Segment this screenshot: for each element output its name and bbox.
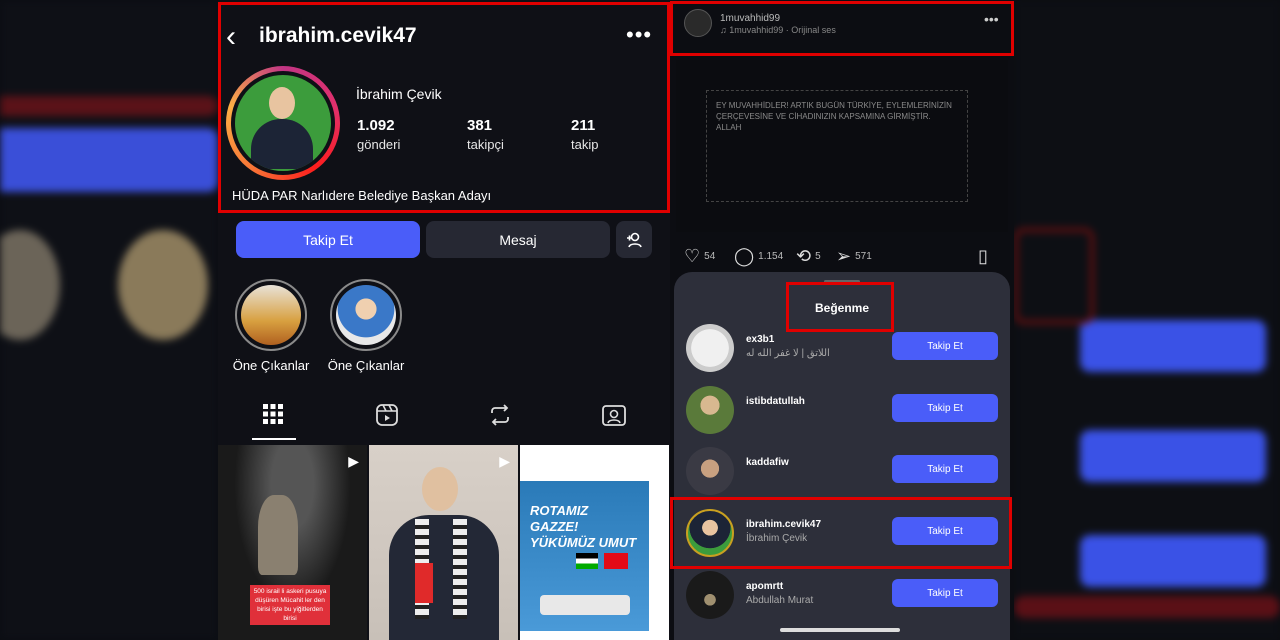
follow-button[interactable]: Takip Et: [236, 221, 420, 258]
bookmark-icon[interactable]: ▯: [978, 246, 988, 267]
share-action[interactable]: ➢ 571: [836, 246, 872, 267]
shares-count: 571: [855, 251, 872, 262]
like-action[interactable]: ♡ 54: [684, 246, 715, 267]
highlight-frame-profile: [218, 2, 670, 213]
highlight-label: Öne Çıkanlar: [232, 358, 310, 373]
repost-icon[interactable]: [488, 403, 512, 433]
liker-row[interactable]: ex3b1 اللاتق | لا غفر الله له Takip Et: [674, 320, 1010, 376]
grid-post-caption: 500 israil li askeri pusuya düşüren Müca…: [250, 585, 330, 625]
grid-post[interactable]: ROTAMIZ GAZZE! YÜKÜMÜZ UMUT: [520, 445, 669, 640]
liker-row[interactable]: istibdatullah Takip Et: [674, 382, 1010, 438]
liker-row[interactable]: kaddafiw Takip Et: [674, 443, 1010, 499]
follow-button[interactable]: Takip Et: [892, 394, 998, 422]
liker-username: istibdatullah: [746, 396, 805, 407]
reel-icon: ▶: [348, 453, 359, 469]
liker-subtitle: اللاتق | لا غفر الله له: [746, 348, 830, 359]
follow-button[interactable]: Takip Et: [892, 455, 998, 483]
send-icon: ➢: [836, 246, 852, 266]
avatar[interactable]: [686, 447, 734, 495]
avatar[interactable]: [686, 571, 734, 619]
liker-username: apomrtt: [746, 581, 784, 592]
home-indicator: [780, 628, 900, 632]
reel-icon: ▶: [499, 453, 510, 469]
reposts-count: 5: [815, 251, 821, 262]
posts-grid: ▶ 500 israil li askeri pusuya düşüren Mü…: [218, 445, 670, 640]
comment-icon: ◯: [734, 246, 755, 266]
message-button[interactable]: Mesaj: [426, 221, 610, 258]
liker-row[interactable]: apomrtt Abdullah Murat Takip Et: [674, 567, 1010, 623]
blurred-background-right: [1014, 0, 1280, 640]
grid-post-caption: ROTAMIZ GAZZE! YÜKÜMÜZ UMUT: [530, 503, 637, 550]
post-screen: 1muvahhid99 ♫ 1muvahhid99 · Orijinal ses…: [670, 0, 1014, 640]
reels-icon[interactable]: [375, 403, 399, 433]
comment-action[interactable]: ◯ 1.154: [734, 246, 783, 267]
likes-sheet: Beğenme ex3b1 اللاتق | لا غفر الله له Ta…: [670, 272, 1012, 640]
liker-subtitle: Abdullah Murat: [746, 595, 814, 606]
likes-count: 54: [704, 251, 716, 262]
post-media[interactable]: EY MUVAHHİDLER! ARTIK BUGÜN TÜRKİYE, EYL…: [676, 60, 1008, 232]
follow-button[interactable]: Takip Et: [892, 579, 998, 607]
heart-icon: ♡: [684, 246, 701, 266]
blurred-background-left: [0, 0, 218, 640]
grid-post[interactable]: ▶ 500 israil li askeri pusuya düşüren Mü…: [218, 445, 367, 640]
story-highlight[interactable]: Öne Çıkanlar: [233, 279, 309, 373]
comments-count: 1.154: [758, 251, 784, 262]
profile-screen: ‹ ibrahim.cevik47 ••• İbrahim Çevik 1.09…: [218, 0, 670, 640]
liker-username: ex3b1: [746, 334, 775, 345]
post-text: EY MUVAHHİDLER! ARTIK BUGÜN TÜRKİYE, EYL…: [716, 101, 952, 132]
highlight-frame-author: [670, 1, 1014, 56]
avatar[interactable]: [686, 386, 734, 434]
avatar[interactable]: [686, 324, 734, 372]
tagged-icon[interactable]: [601, 403, 627, 433]
liker-username: kaddafiw: [746, 457, 789, 468]
post-actions: ♡ 54 ◯ 1.154 ⟲ 5 ➢ 571 ▯: [684, 246, 1004, 268]
repost-icon: ⟲: [796, 246, 812, 266]
story-highlight[interactable]: Öne Çıkanlar: [328, 279, 404, 373]
active-tab-indicator: [252, 438, 296, 440]
follow-button[interactable]: Takip Et: [892, 332, 998, 360]
add-person-icon[interactable]: [616, 221, 652, 258]
grid-post[interactable]: ▶: [369, 445, 518, 640]
grid-icon[interactable]: [262, 403, 284, 431]
highlight-frame-liker: [670, 497, 1012, 569]
repost-action[interactable]: ⟲ 5: [796, 246, 821, 267]
highlight-label: Öne Çıkanlar: [327, 358, 405, 373]
